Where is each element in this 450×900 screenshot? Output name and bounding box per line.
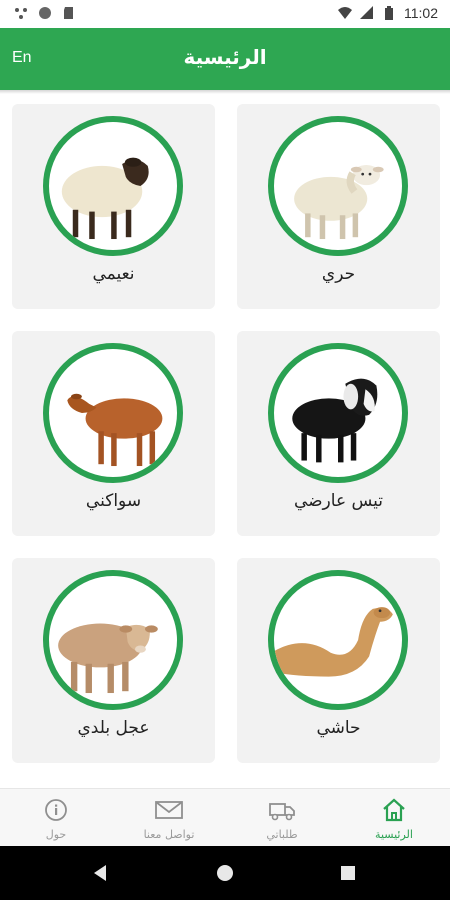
nav-contact[interactable]: تواصل معنا: [113, 789, 225, 847]
back-icon[interactable]: [90, 862, 112, 884]
product-label: حري: [321, 264, 356, 284]
nav-about[interactable]: حول: [0, 789, 112, 847]
product-card-harri[interactable]: حري: [237, 104, 440, 309]
wifi-icon: [338, 7, 352, 19]
product-card-calf[interactable]: عجل بلدي: [12, 558, 215, 763]
product-card-naimi[interactable]: نعيمي: [12, 104, 215, 309]
sd-card-icon: [64, 7, 73, 19]
white-sheep-image: [294, 164, 384, 240]
product-card-camel[interactable]: حاشي: [237, 558, 440, 763]
product-image-frame: [268, 570, 408, 710]
battery-icon: [385, 6, 393, 20]
home-circle-icon[interactable]: [214, 862, 236, 884]
home-icon: [383, 798, 405, 822]
product-label: حاشي: [316, 718, 361, 738]
mail-icon: [155, 801, 183, 819]
nav-contact-label: تواصل معنا: [143, 828, 195, 841]
nav-home[interactable]: الرئيسية: [338, 789, 450, 847]
calf-image: [58, 623, 158, 694]
share-notification-icon: [15, 8, 27, 19]
black-goat-image: [292, 378, 378, 463]
product-image-frame: [268, 343, 408, 483]
page-title: الرئيسية: [183, 45, 267, 69]
app-bar: En الرئيسية: [0, 28, 450, 90]
bottom-navigation: الرئيسية طلباتي تواصل معنا حول: [0, 788, 450, 846]
status-time: 11:02: [404, 5, 438, 21]
status-bar: 11:02: [0, 0, 450, 28]
info-icon: [45, 799, 67, 821]
product-label: عجل بلدي: [77, 718, 150, 738]
product-grid: حري نعيمي تيس عارضي سواكني حاشي عجل بلدي: [0, 94, 450, 788]
nav-orders[interactable]: طلباتي: [226, 789, 338, 847]
recents-icon[interactable]: [337, 862, 359, 884]
nav-orders-label: طلباتي: [266, 828, 298, 841]
product-image-frame: [43, 570, 183, 710]
product-card-sawakni[interactable]: سواكني: [12, 331, 215, 536]
system-status: 11:02: [338, 5, 438, 21]
product-image-frame: [43, 116, 183, 256]
brown-sheep-image: [67, 393, 163, 467]
product-card-goat[interactable]: تيس عارضي: [237, 331, 440, 536]
naimi-sheep-image: [61, 157, 149, 240]
nav-home-label: الرئيسية: [375, 828, 413, 841]
camel-image: [274, 607, 393, 677]
product-label: سواكني: [85, 491, 142, 511]
nav-about-label: حول: [45, 828, 67, 841]
product-label: تيس عارضي: [293, 491, 384, 511]
notification-icons: [14, 6, 76, 20]
product-image-frame: [268, 116, 408, 256]
product-label: نعيمي: [92, 264, 135, 284]
product-image-frame: [43, 343, 183, 483]
signal-icon: [360, 6, 373, 19]
system-navigation-bar: [0, 846, 450, 900]
record-notification-icon: [39, 7, 51, 19]
truck-icon: [269, 803, 295, 821]
